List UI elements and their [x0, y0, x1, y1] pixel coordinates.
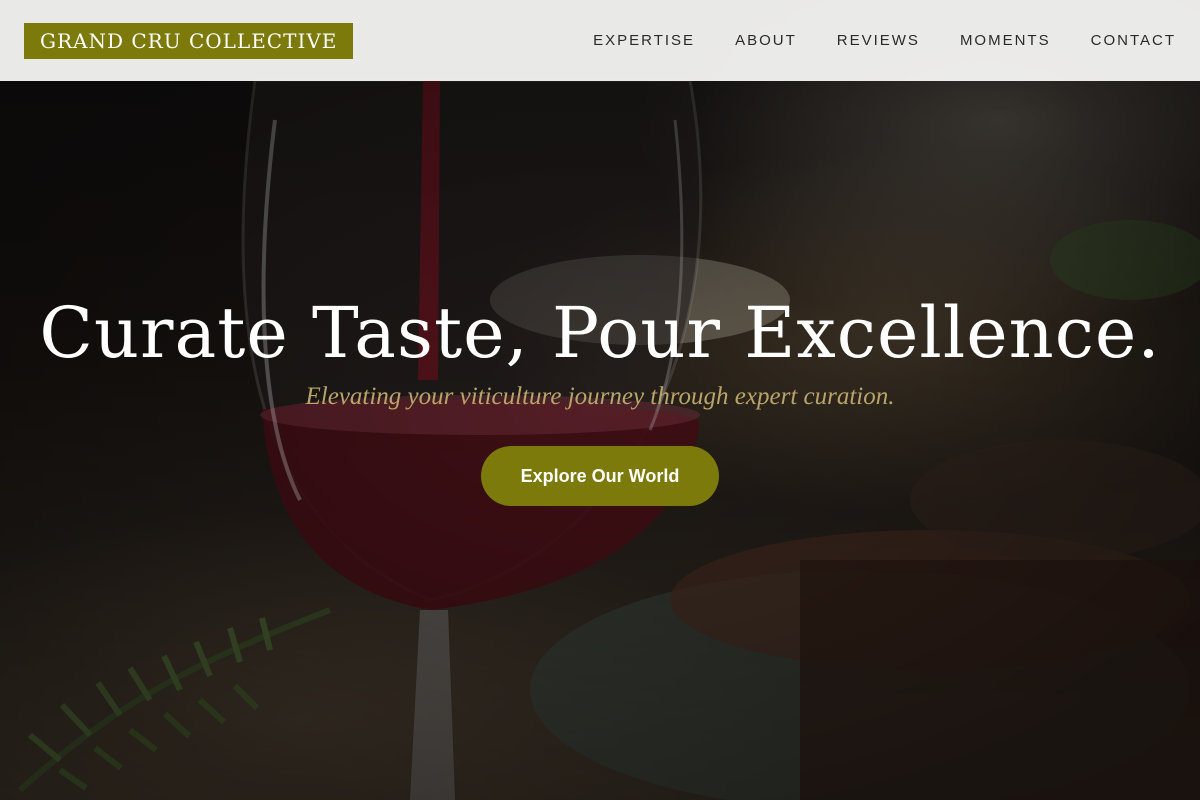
- nav-item-moments[interactable]: MOMENTS: [960, 32, 1051, 49]
- site-header: GRAND CRU COLLECTIVE EXPERTISE ABOUT REV…: [0, 0, 1200, 81]
- nav-item-expertise[interactable]: EXPERTISE: [593, 32, 695, 49]
- hero-content: Curate Taste, Pour Excellence. Elevating…: [0, 290, 1200, 506]
- hero-title: Curate Taste, Pour Excellence.: [39, 292, 1161, 374]
- nav-item-about[interactable]: ABOUT: [735, 32, 797, 49]
- hero-tagline: Elevating your viticulture journey throu…: [305, 383, 895, 410]
- nav-item-contact[interactable]: CONTACT: [1091, 32, 1176, 49]
- site-logo[interactable]: GRAND CRU COLLECTIVE: [24, 22, 354, 59]
- main-nav: EXPERTISE ABOUT REVIEWS MOMENTS CONTACT: [593, 32, 1176, 49]
- explore-our-world-button[interactable]: Explore Our World: [481, 446, 719, 506]
- nav-item-reviews[interactable]: REVIEWS: [837, 32, 920, 49]
